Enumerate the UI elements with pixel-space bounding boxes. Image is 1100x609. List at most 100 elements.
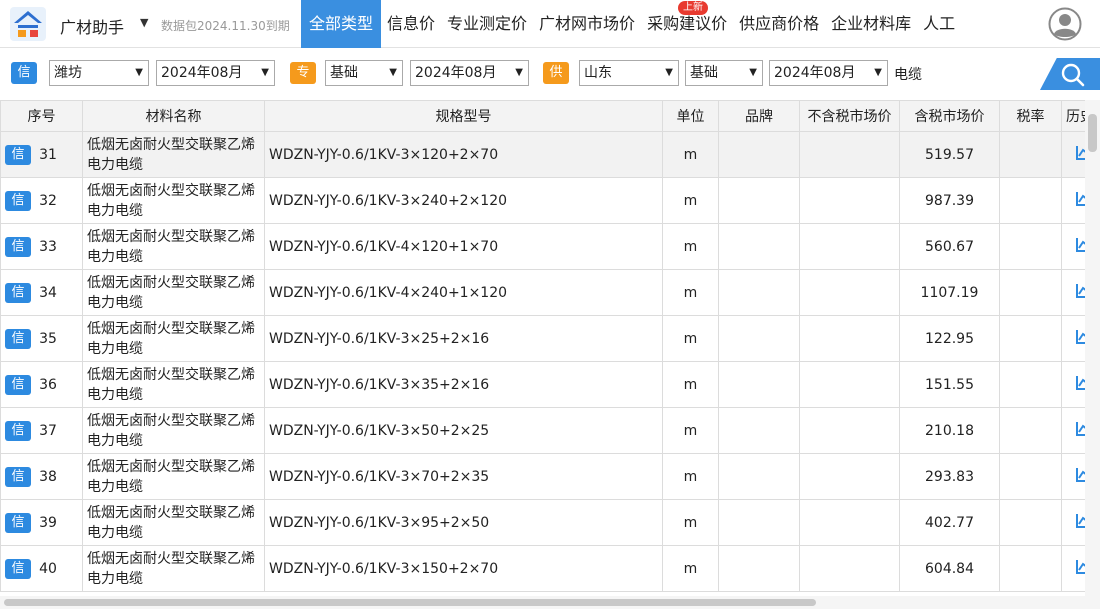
history-chart-icon[interactable] <box>1075 283 1085 299</box>
history-chart-icon[interactable] <box>1075 145 1085 161</box>
history-chart-icon[interactable] <box>1075 559 1085 575</box>
price-excl-tax <box>799 407 900 454</box>
period-select-2[interactable]: 2024年08月 ▼ <box>410 60 529 86</box>
basis-select-1[interactable]: 基础 ▼ <box>325 60 403 86</box>
table-row[interactable]: 信 33 低烟无卤耐火型交联聚乙烯电力电缆 WDZN-YJY-0.6/1KV-4×12… <box>0 223 1085 270</box>
material-name: 低烟无卤耐火型交联聚乙烯电力电缆 <box>82 269 265 316</box>
tab-professional-price[interactable]: 专业测定价 <box>441 0 533 48</box>
package-expiry-info: 数据包2024.11.30到期 <box>161 19 290 33</box>
horizontal-scroll-thumb[interactable] <box>4 599 816 606</box>
tab-supplier-price[interactable]: 供应商价格 <box>733 0 825 48</box>
history-cell[interactable] <box>1061 545 1085 592</box>
chevron-down-icon: ▼ <box>261 67 269 78</box>
brand <box>718 177 800 224</box>
history-chart-icon[interactable] <box>1075 237 1085 253</box>
history-cell[interactable] <box>1061 453 1085 500</box>
column-header-name[interactable]: 材料名称 <box>82 100 265 132</box>
material-price-table: 序号 材料名称 规格型号 单位 品牌 不含税市场价 含税市场价 税率 历史 信3… <box>0 100 1085 596</box>
horizontal-scrollbar[interactable] <box>0 596 1100 609</box>
material-name: 低烟无卤耐火型交联聚乙烯电力电缆 <box>82 361 265 408</box>
table-row[interactable]: 信 34 低烟无卤耐火型交联聚乙烯电力电缆 WDZN-YJY-0.6/1KV-4×24… <box>0 269 1085 316</box>
vertical-scrollbar[interactable] <box>1085 100 1100 596</box>
history-cell[interactable] <box>1061 499 1085 546</box>
basis-select-2[interactable]: 基础 ▼ <box>685 60 763 86</box>
column-header-price-incl-tax[interactable]: 含税市场价 <box>899 100 1000 132</box>
column-header-history[interactable]: 历史 <box>1061 100 1085 132</box>
column-header-brand[interactable]: 品牌 <box>718 100 800 132</box>
top-bar: 广材助手 ▼ 数据包2024.11.30到期 全部类型 信息价 专业测定价 广材… <box>0 0 1100 48</box>
spec-model: WDZN-YJY-0.6/1KV-3×35+2×16 <box>264 361 663 408</box>
tab-info-price[interactable]: 信息价 <box>381 0 441 48</box>
region-select-2[interactable]: 山东 ▼ <box>579 60 679 86</box>
material-name: 低烟无卤耐火型交联聚乙烯电力电缆 <box>82 177 265 224</box>
price-excl-tax <box>799 499 900 546</box>
tax-rate <box>999 131 1062 178</box>
column-header-index[interactable]: 序号 <box>0 100 83 132</box>
history-cell[interactable] <box>1061 269 1085 316</box>
brand <box>718 223 800 270</box>
history-chart-icon[interactable] <box>1075 467 1085 483</box>
brand <box>718 453 800 500</box>
history-cell[interactable] <box>1061 315 1085 362</box>
brand <box>718 131 800 178</box>
table-row[interactable]: 信 38 低烟无卤耐火型交联聚乙烯电力电缆 WDZN-YJY-0.6/1KV-3×70… <box>0 453 1085 500</box>
price-excl-tax <box>799 223 900 270</box>
table-row[interactable]: 信 40 低烟无卤耐火型交联聚乙烯电力电缆 WDZN-YJY-0.6/1KV-3×15… <box>0 545 1085 592</box>
search-input[interactable]: 电缆 <box>894 64 922 84</box>
region-select-1[interactable]: 潍坊 ▼ <box>49 60 149 86</box>
tab-enterprise-library[interactable]: 企业材料库 <box>825 0 917 48</box>
table-row[interactable]: 信 31 低烟无卤耐火型交联聚乙烯电力电缆 WDZN-YJY-0.6/1KV-3×12… <box>0 131 1085 178</box>
history-chart-icon[interactable] <box>1075 375 1085 391</box>
column-header-tax-rate[interactable]: 税率 <box>999 100 1062 132</box>
table-row[interactable]: 信 37 低烟无卤耐火型交联聚乙烯电力电缆 WDZN-YJY-0.6/1KV-3×50… <box>0 407 1085 454</box>
app-logo-icon[interactable] <box>10 7 46 41</box>
history-cell[interactable] <box>1061 223 1085 270</box>
history-chart-icon[interactable] <box>1075 191 1085 207</box>
unit: m <box>662 269 719 316</box>
history-cell[interactable] <box>1061 361 1085 408</box>
history-chart-icon[interactable] <box>1075 421 1085 437</box>
info-price-tag: 信 <box>5 282 31 303</box>
price-incl-tax: 1107.19 <box>899 269 1000 316</box>
material-name: 低烟无卤耐火型交联聚乙烯电力电缆 <box>82 223 265 270</box>
vertical-scroll-thumb[interactable] <box>1088 114 1097 152</box>
search-button[interactable] <box>1040 58 1100 90</box>
app-menu-caret-icon[interactable]: ▼ <box>140 16 148 29</box>
tab-all-types[interactable]: 全部类型 <box>301 0 382 48</box>
table-row[interactable]: 信 39 低烟无卤耐火型交联聚乙烯电力电缆 WDZN-YJY-0.6/1KV-3×95… <box>0 499 1085 546</box>
history-cell[interactable] <box>1061 407 1085 454</box>
supplier-price-tag: 供 <box>543 62 569 84</box>
nav-tabs: 全部类型 信息价 专业测定价 广材网市场价 采购建议价 供应商价格 企业材料库 … <box>301 0 961 48</box>
history-cell[interactable] <box>1061 177 1085 224</box>
table-row[interactable]: 信 36 低烟无卤耐火型交联聚乙烯电力电缆 WDZN-YJY-0.6/1KV-3×35… <box>0 361 1085 408</box>
brand <box>718 545 800 592</box>
row-index-cell: 信 40 <box>0 545 83 592</box>
row-index: 35 <box>39 330 57 347</box>
table-row[interactable]: 信 35 低烟无卤耐火型交联聚乙烯电力电缆 WDZN-YJY-0.6/1KV-3×25… <box>0 315 1085 362</box>
material-name: 低烟无卤耐火型交联聚乙烯电力电缆 <box>82 453 265 500</box>
spec-model: WDZN-YJY-0.6/1KV-3×25+2×16 <box>264 315 663 362</box>
history-chart-icon[interactable] <box>1075 329 1085 345</box>
new-badge: 上新 <box>678 1 708 15</box>
tab-labor[interactable]: 人工 <box>917 0 961 48</box>
spec-model: WDZN-YJY-0.6/1KV-3×70+2×35 <box>264 453 663 500</box>
brand <box>718 407 800 454</box>
info-price-tag: 信 <box>11 62 37 84</box>
tab-market-price[interactable]: 广材网市场价 <box>533 0 641 48</box>
column-header-spec[interactable]: 规格型号 <box>264 100 663 132</box>
column-header-price-excl-tax[interactable]: 不含税市场价 <box>799 100 900 132</box>
row-index: 33 <box>39 238 57 255</box>
history-chart-icon[interactable] <box>1075 513 1085 529</box>
table-row[interactable]: 信 32 低烟无卤耐火型交联聚乙烯电力电缆 WDZN-YJY-0.6/1KV-3×24… <box>0 177 1085 224</box>
period-select-3[interactable]: 2024年08月 ▼ <box>769 60 888 86</box>
app-title: 广材助手 <box>60 18 125 37</box>
user-avatar-icon[interactable] <box>1048 7 1082 41</box>
unit: m <box>662 177 719 224</box>
history-cell[interactable] <box>1061 131 1085 178</box>
tax-rate <box>999 499 1062 546</box>
row-index: 39 <box>39 514 57 531</box>
unit: m <box>662 315 719 362</box>
row-index-cell: 信 34 <box>0 269 83 316</box>
period-select-1[interactable]: 2024年08月 ▼ <box>156 60 275 86</box>
column-header-unit[interactable]: 单位 <box>662 100 719 132</box>
